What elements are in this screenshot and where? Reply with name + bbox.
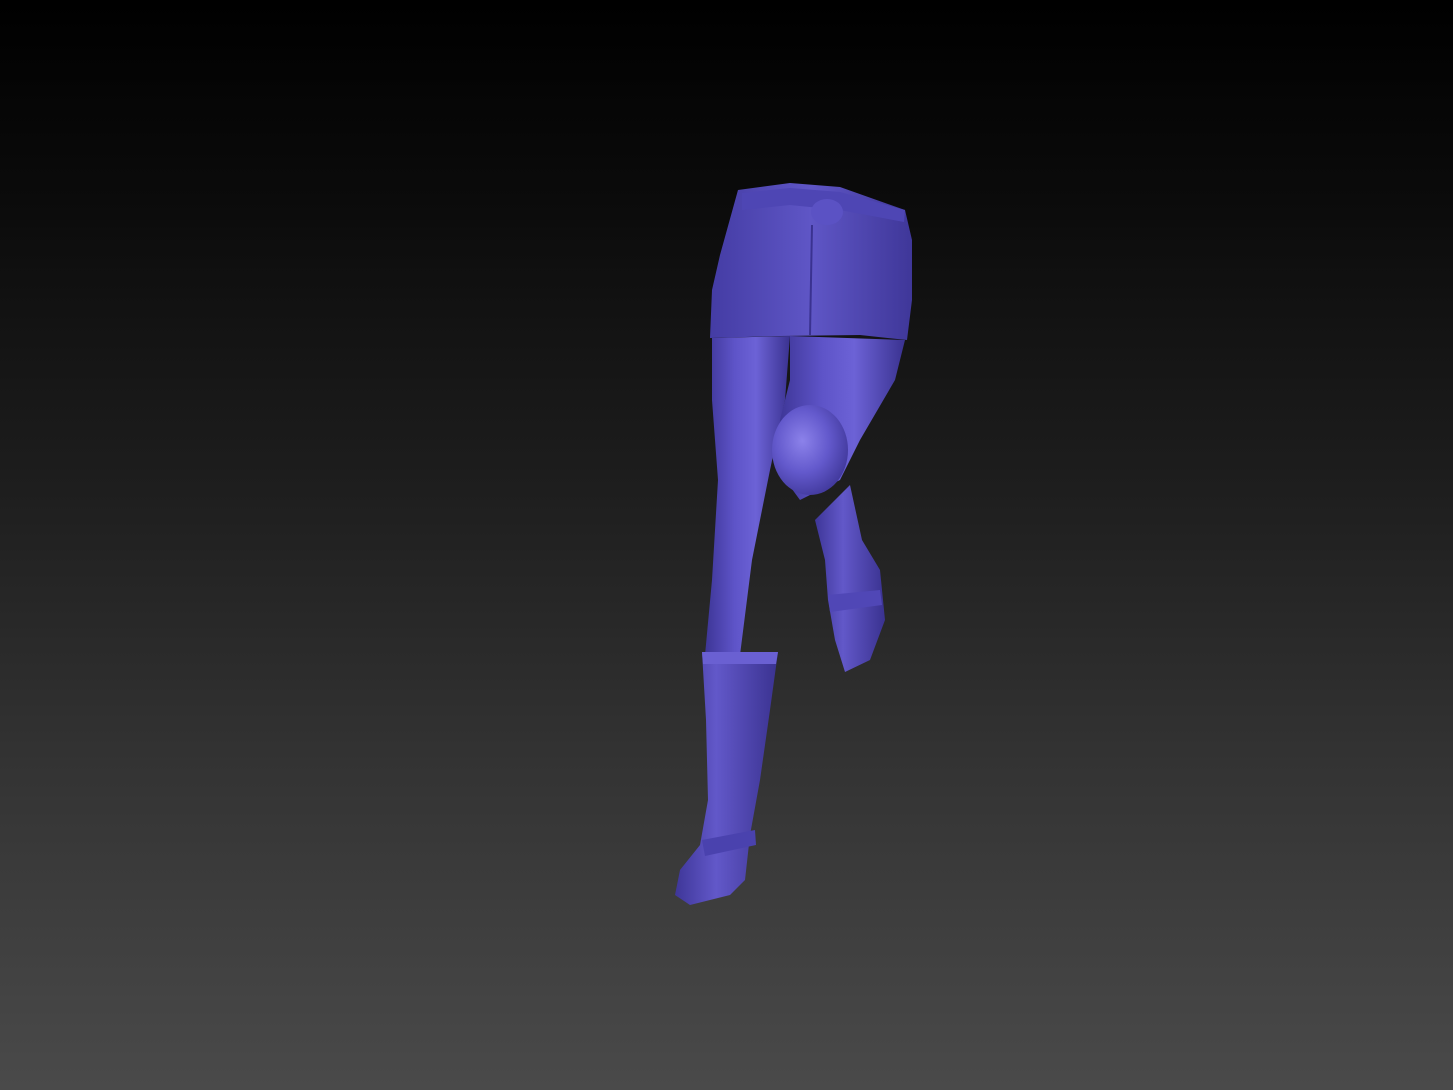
standing-boot-shape [675, 652, 778, 905]
sculpt-model [675, 183, 912, 905]
standing-boot-top [702, 652, 778, 664]
belt-buckle [811, 199, 843, 225]
raised-boot-shape [815, 485, 885, 672]
standing-leg-shape [705, 336, 790, 655]
sculpt-viewport[interactable] [0, 0, 1453, 1090]
raised-knee-shape [772, 405, 848, 495]
